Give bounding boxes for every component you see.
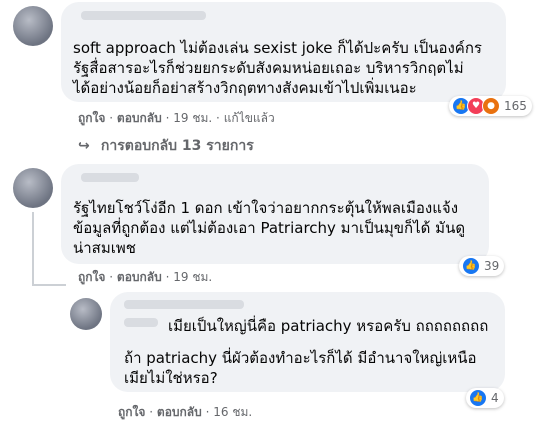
like-link[interactable]: ถูกใจ [78,111,105,125]
comment-text-line: soft approach ไม่ต้องเล่น sexist joke ก็… [73,39,482,57]
author-name-blurred[interactable] [124,300,244,309]
reply-arrow-icon: ↪ [78,138,90,154]
reply-link[interactable]: ตอบกลับ [117,270,162,284]
comment-actions: ถูกใจ · ตอบกลับ · 19 ชม. · แก้ไขแล้ว [78,109,275,128]
comment-text-line: รัฐสื่อสารอะไรก็ช่วยยกระดับสังคมหน่อยเถอ… [73,59,464,77]
comment-actions: ถูกใจ · ตอบกลับ · 16 ชม. [118,403,252,422]
reaction-summary[interactable]: 👍 39 [459,256,505,276]
separator: · [216,111,220,125]
timestamp[interactable]: 19 ชม. [173,111,212,125]
reaction-count: 4 [491,391,499,405]
comment-bubble: soft approach ไม่ต้องเล่น sexist joke ก็… [61,2,506,102]
comment-text-line: เมียไม่ใช่หรอ? [124,369,218,387]
angry-icon: ● [482,97,500,115]
separator: · [165,111,170,125]
comment-text-line: ถ้า patriachy นี่ผัวต้องทำอะไรก็ได้ มีอำ… [124,349,477,367]
timestamp[interactable]: 19 ชม. [173,270,212,284]
view-replies-link[interactable]: ↪ การตอบกลับ 13 รายการ [78,135,254,157]
comment-text-line: ได้อย่างน้อยก็อย่าสร้างวิกฤตทางสังคมเข้า… [73,79,417,97]
reaction-summary[interactable]: 👍 ♥ ● 165 [449,96,532,116]
author-name-blurred[interactable] [81,173,139,182]
avatar[interactable] [70,298,102,330]
comment-text-line: ข้อมูลที่ถูกต้อง แต่ไม่ต้องเอา Patriarch… [73,219,466,237]
reply-bubble: เมียเป็นใหญ่นี่คือ patriachy หรอครับ ถถถ… [110,292,505,392]
separator: · [205,405,210,419]
like-icon: 👍 [469,389,487,407]
like-link[interactable]: ถูกใจ [78,270,105,284]
reaction-count: 39 [484,259,500,273]
avatar[interactable] [13,168,53,208]
thread-branch [32,284,66,286]
separator: · [109,270,114,284]
separator: · [149,405,154,419]
avatar[interactable] [13,6,53,46]
edited-label[interactable]: แก้ไขแล้ว [224,111,275,125]
author-name-blurred[interactable] [81,11,206,20]
thread-line [32,212,34,286]
comment-text-line: รัฐไทยโชว์โง่อีก 1 ดอก เข้าใจว่าอยากกระต… [73,199,459,217]
like-icon: 👍 [462,257,480,275]
comment-bubble: รัฐไทยโชว์โง่อีก 1 ดอก เข้าใจว่าอยากกระต… [61,164,489,264]
timestamp[interactable]: 16 ชม. [213,405,252,419]
separator: · [165,270,170,284]
comment-actions: ถูกใจ · ตอบกลับ · 19 ชม. [78,268,212,287]
comment-text-line: เมียเป็นใหญ่นี่คือ patriachy หรอครับ ถถถ… [168,317,489,335]
comment-text-line: น่าสมเพช [73,239,136,257]
reply-link[interactable]: ตอบกลับ [117,111,162,125]
like-link[interactable]: ถูกใจ [118,405,145,419]
reaction-summary[interactable]: 👍 4 [466,388,504,408]
reply-link[interactable]: ตอบกลับ [157,405,202,419]
reaction-count: 165 [504,99,527,113]
author-sub-blurred [124,318,158,327]
view-replies-label: การตอบกลับ 13 รายการ [100,138,254,154]
separator: · [109,111,114,125]
